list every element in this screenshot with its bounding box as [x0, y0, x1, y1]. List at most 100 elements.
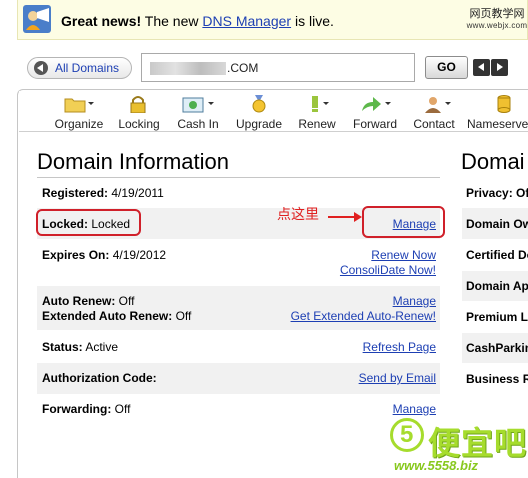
dns-manager-link[interactable]: DNS Manager — [202, 13, 291, 29]
annotation-arrow-icon — [328, 216, 356, 218]
auto-renew-value: Off — [115, 294, 135, 308]
right-row-privacy: Privacy: Of — [462, 180, 528, 206]
chevron-down-icon — [385, 102, 391, 105]
expires-label: Expires On: — [42, 248, 110, 262]
toolbar-label: Contact — [413, 117, 455, 131]
toolbar-renew[interactable]: Renew — [292, 93, 342, 131]
locked-highlight-box — [36, 209, 141, 236]
status-text: Status: Active — [42, 340, 118, 354]
forwarding-label: Forwarding: — [42, 402, 112, 416]
notice-bar: Great news! The new DNS Manager is live.… — [17, 0, 528, 40]
right-row-label: CashParkin — [466, 341, 528, 355]
ext-auto-renew-value: Off — [172, 309, 192, 323]
right-row-label: Certified Do — [466, 248, 528, 262]
auto-renew-label: Auto Renew: — [42, 294, 116, 308]
row-status: Status: Active Refresh Page — [37, 332, 440, 362]
registered-label: Registered: — [42, 186, 109, 200]
auto-renew-text: Auto Renew: Off — [42, 294, 134, 308]
title-divider — [37, 177, 440, 178]
right-section-title: Domai — [461, 149, 525, 174]
go-button[interactable]: GO — [425, 56, 468, 79]
toolbar: Organize Locking Cash In Upgrade Renew F… — [19, 91, 528, 132]
watermark-top: 网页教学网 www.webjx.com — [459, 8, 528, 32]
watermark-top-line1: 网页教学网 — [469, 8, 525, 20]
toolbar-label: Nameserve — [467, 117, 528, 131]
watermark-bottom: 便宜吧 www.5558.biz — [388, 414, 528, 478]
toolbar-organize[interactable]: Organize — [49, 93, 109, 131]
watermark-top-line2: www.webjx.com — [466, 21, 528, 30]
right-row-label: Domain Ap — [466, 279, 528, 293]
obscured-domain-name — [150, 62, 226, 75]
renew-now-link[interactable]: Renew Now — [371, 248, 436, 262]
notice-text-before: The new — [141, 13, 203, 29]
right-row-certified-domain: Certified Do — [462, 241, 528, 269]
consolidate-now-link[interactable]: ConsoliDate Now! — [340, 263, 436, 277]
toolbar-label: Upgrade — [235, 117, 283, 131]
forward-arrow-icon — [362, 97, 381, 111]
right-row-label: Privacy: Of — [466, 186, 528, 200]
annotation-arrow-head-icon — [354, 212, 362, 222]
folder-icon — [64, 98, 86, 113]
page-title: Domain Information — [37, 149, 229, 174]
lock-icon — [130, 96, 146, 113]
contact-person-icon — [425, 97, 441, 113]
toolbar-label: Locking — [118, 117, 160, 131]
notice-text: Great news! The new DNS Manager is live. — [61, 13, 334, 29]
upgrade-medal-icon — [252, 95, 266, 113]
registered-value: 4/19/2011 — [108, 186, 164, 200]
previous-domain-button[interactable] — [473, 59, 490, 76]
right-row-domain-ownership: Domain Ow — [462, 208, 528, 239]
right-row-domain-appraisal: Domain Ap — [462, 271, 528, 301]
expires-value: 4/19/2012 — [109, 248, 167, 262]
toolbar-locking[interactable]: Locking — [114, 93, 164, 131]
domain-select-input[interactable]: .COM — [141, 53, 415, 82]
toolbar-label: Organize — [54, 117, 104, 131]
refresh-page-link[interactable]: Refresh Page — [363, 340, 436, 354]
auto-renew-manage-link[interactable]: Manage — [393, 294, 436, 308]
cash-in-icon — [182, 97, 204, 113]
next-domain-button[interactable] — [491, 59, 508, 76]
announcement-icon — [23, 5, 51, 33]
right-row-label: Premium L — [466, 310, 528, 324]
toolbar-label: Renew — [298, 117, 336, 131]
right-row-premium-listing: Premium L — [462, 303, 528, 331]
registered-text: Registered: 4/19/2011 — [42, 186, 164, 200]
auth-label: Authorization Code: — [42, 371, 157, 385]
back-arrow-icon — [34, 61, 48, 75]
toolbar-label: Cash In — [177, 117, 219, 131]
right-row-cashparking: CashParkin — [462, 333, 528, 363]
all-domains-label: All Domains — [55, 61, 120, 75]
expires-text: Expires On: 4/19/2012 — [42, 248, 166, 262]
get-extended-auto-renew-link[interactable]: Get Extended Auto-Renew! — [291, 309, 436, 323]
ext-auto-renew-label: Extended Auto Renew: — [42, 309, 173, 323]
row-auto-renew: Auto Renew: Off Extended Auto Renew: Off… — [37, 286, 440, 330]
toolbar-label: Forward — [352, 117, 397, 131]
domain-tld: .COM — [227, 61, 259, 75]
right-row-business-registration: Business R — [462, 365, 528, 393]
status-label: Status: — [42, 340, 83, 354]
chevron-down-icon — [445, 102, 451, 105]
watermark-logo-icon — [390, 418, 424, 452]
right-row-label: Domain Ow — [466, 217, 528, 231]
right-row-label: Business R — [466, 372, 528, 386]
annotation-click-here: 点这里 — [277, 206, 319, 222]
toolbar-cash-in[interactable]: Cash In — [170, 93, 226, 131]
forwarding-text: Forwarding: Off — [42, 402, 130, 416]
toolbar-nameservers[interactable]: Nameserve — [465, 93, 528, 131]
all-domains-button[interactable]: All Domains — [27, 57, 132, 79]
auth-text: Authorization Code: — [42, 371, 157, 385]
watermark-bottom-url: www.5558.biz — [394, 458, 479, 473]
nameserver-stack-icon — [497, 95, 511, 113]
ext-auto-renew-text: Extended Auto Renew: Off — [42, 309, 191, 323]
notice-headline: Great news! — [61, 13, 142, 29]
manage-highlight-box — [362, 206, 445, 238]
chevron-down-icon — [208, 102, 214, 105]
toolbar-contact[interactable]: Contact — [408, 93, 460, 131]
status-value: Active — [82, 340, 119, 354]
row-expires: Expires On: 4/19/2012 Renew Now ConsoliD… — [37, 241, 440, 283]
toolbar-upgrade[interactable]: Upgrade — [231, 93, 287, 131]
toolbar-forward[interactable]: Forward — [348, 93, 402, 131]
row-forwarding: Forwarding: Off Manage — [37, 396, 440, 424]
send-by-email-link[interactable]: Send by Email — [359, 371, 436, 385]
chevron-down-icon — [323, 102, 329, 105]
